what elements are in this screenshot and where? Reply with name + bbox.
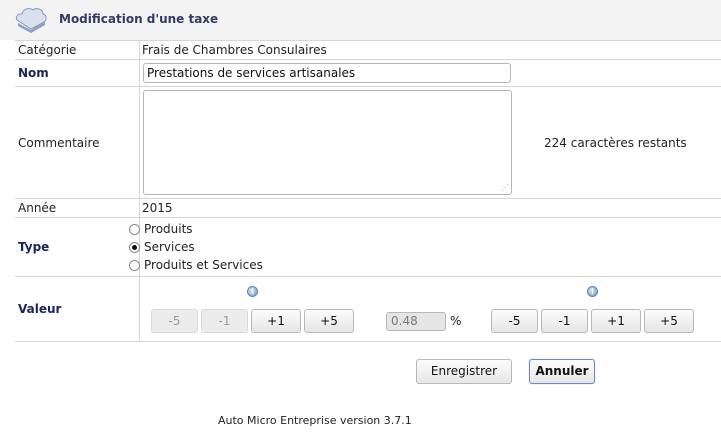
row-annee: Année 2015 <box>15 198 721 217</box>
increase-1-button[interactable]: +1 <box>251 309 301 333</box>
row-type: Type <box>15 217 721 276</box>
row-categorie: Catégorie Frais de Chambres Consulaires <box>15 40 721 59</box>
annee-label: Année <box>18 201 57 215</box>
resize-grip-icon[interactable]: ⋰ <box>501 184 509 192</box>
info-icon[interactable]: i <box>247 286 258 297</box>
radio-produits-et-services[interactable]: Produits et Services <box>129 258 263 272</box>
nom-label: Nom <box>18 66 49 80</box>
decrease-1-button[interactable]: -1 <box>201 309 248 333</box>
page-title: Modification d'une taxe <box>59 12 219 26</box>
nom-input[interactable]: Prestations de services artisanales <box>143 63 511 83</box>
increase-1-button[interactable]: +1 <box>591 309 641 333</box>
radio-services[interactable]: Services <box>129 240 195 254</box>
commentaire-textarea[interactable]: ⋰ <box>143 90 512 195</box>
valeur-input[interactable]: 0.48 <box>386 312 446 331</box>
decrease-5-button[interactable]: -5 <box>491 309 538 333</box>
radio-circle[interactable] <box>129 259 140 271</box>
radio-produits[interactable]: Produits <box>129 222 193 236</box>
cloud-folder-icon <box>15 8 47 33</box>
cancel-button[interactable]: Annuler <box>529 359 595 384</box>
percent-unit: % <box>450 314 462 328</box>
radio-label: Services <box>144 240 195 254</box>
info-icon[interactable]: i <box>587 286 598 297</box>
save-button[interactable]: Enregistrer <box>416 359 512 384</box>
radio-label: Produits et Services <box>144 258 263 272</box>
annee-value: 2015 <box>142 201 173 215</box>
form-header: Modification d'une taxe <box>0 0 721 40</box>
type-label: Type <box>18 240 50 254</box>
categorie-label: Catégorie <box>18 43 77 57</box>
increase-5-button[interactable]: +5 <box>644 309 694 333</box>
radio-circle[interactable] <box>129 223 140 235</box>
decrease-5-button[interactable]: -5 <box>151 309 198 333</box>
decrease-1-button[interactable]: -1 <box>541 309 588 333</box>
chars-remaining: 224 caractères restants <box>544 136 687 150</box>
radio-circle-checked[interactable] <box>129 241 140 253</box>
radio-label: Produits <box>144 222 193 236</box>
version-footer: Auto Micro Entreprise version 3.7.1 <box>218 414 412 427</box>
valeur-label: Valeur <box>18 302 62 316</box>
increase-5-button[interactable]: +5 <box>304 309 354 333</box>
commentaire-label: Commentaire <box>18 136 100 150</box>
categorie-value: Frais de Chambres Consulaires <box>142 43 327 57</box>
